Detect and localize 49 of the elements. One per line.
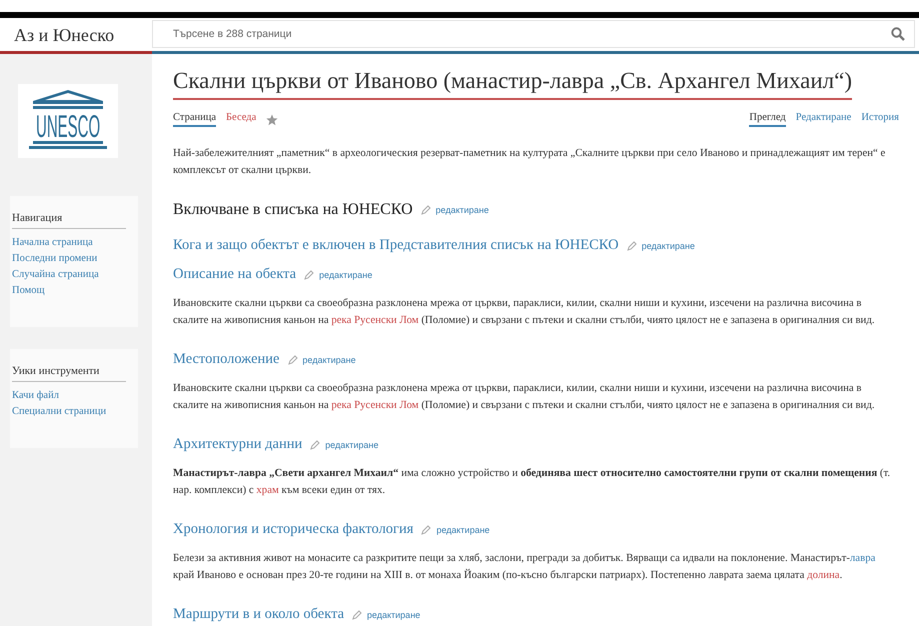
pencil-icon bbox=[310, 440, 320, 450]
sidebar-link[interactable]: Последни промени bbox=[12, 251, 126, 267]
pencil-icon bbox=[421, 524, 432, 534]
page-tab[interactable]: Беседа bbox=[226, 112, 256, 127]
edit-link[interactable]: редактиране bbox=[310, 440, 378, 450]
search-icon[interactable] bbox=[891, 27, 905, 41]
section-heading: Хронология и историческа фактология bbox=[173, 521, 414, 538]
section-heading: Включване в списъка на ЮНЕСКО bbox=[173, 201, 413, 219]
edit-link[interactable]: редактиране bbox=[304, 270, 372, 280]
view-tab[interactable]: Преглед bbox=[749, 112, 786, 127]
paragraph: Белези за активния живот на монасите са разкритите пещи за хляб, заслони, прегради за добитък. Вярващи са идвали на поклонение. Манастирът-лавра край Иваново е основан през 20-те години на XIII в. от монаха Йоаким (по-късно български патриарх). Постепенно лаврата заема цялата долина. bbox=[173, 551, 876, 583]
paragraph: Най-забележителният „паметник“ в археологическия резерват-паметник на културата „Скалните църкви при село Иваново и принадлежащият им терен“ е комплексът от скални църкви. bbox=[173, 146, 886, 178]
logo-drawing: UNESCO bbox=[25, 89, 111, 153]
sidebar-link[interactable]: Начална страница bbox=[12, 235, 126, 251]
pencil-icon bbox=[420, 205, 431, 215]
text-link[interactable]: река Русенски Лом bbox=[331, 399, 419, 411]
page-tab[interactable]: Страница bbox=[173, 112, 216, 127]
sidebar-heading: Уики инструменти bbox=[12, 365, 126, 382]
text-link[interactable]: лавра bbox=[850, 552, 876, 564]
edit-link[interactable]: редактиране bbox=[420, 205, 489, 215]
sidebar-link[interactable]: Специални страници bbox=[12, 404, 126, 420]
pencil-icon bbox=[288, 354, 298, 364]
paragraph: Ивановските скални църкви са своеобразна разклонена мрежа от църкви, параклиси, килии, скални ниши и кухини, изсечени на различна височина в скалите на живописния каньон на река Русенски Лом (Поломие) и свързани с пътеки и скални стълби, чиято цялост не е запазена в оригиналния си вид. bbox=[173, 381, 876, 413]
paragraph: Манастирът-лавра „Свети архангел Михаил“ има сложно устройство и обединява шест относително самостоятелни групи от скални помещения (т. нар. комплекси) с храм към всеки един от тях. bbox=[173, 466, 892, 498]
sidebar-link[interactable]: Помощ bbox=[12, 283, 126, 299]
section-heading: Местоположение bbox=[173, 351, 280, 368]
edit-link[interactable]: редактиране bbox=[352, 610, 420, 620]
section-heading: Кога и защо обектът е включен в Представителния списък на ЮНЕСКО bbox=[173, 237, 619, 254]
page-title: Скални църкви от Иваново (манастир-лавра „Св. Архангел Михаил“) bbox=[173, 68, 852, 100]
edit-link[interactable]: редактиране bbox=[288, 354, 356, 364]
text-link[interactable]: долина bbox=[807, 569, 840, 581]
sidebar-link[interactable]: Качи файл bbox=[12, 388, 126, 404]
pencil-icon bbox=[352, 610, 362, 620]
sidebar-heading: Навигация bbox=[12, 212, 126, 229]
section-heading: Архитектурни данни bbox=[173, 436, 302, 453]
edit-link[interactable]: редактиране bbox=[626, 240, 695, 250]
sidebar-link[interactable]: Случайна страница bbox=[12, 267, 126, 283]
pencil-icon bbox=[304, 270, 314, 280]
paragraph: Ивановските скални църкви са своеобразна разклонена мрежа от църкви, параклиси, килии, скални ниши и кухини, изсечени на различна височина в скалите на живописния каньон на река Русенски Лом (Поломие) и свързани с пътеки и скални стълби, чиято цялост не е запазена в оригиналния си вид. bbox=[173, 296, 876, 328]
edit-link[interactable]: редактиране bbox=[421, 524, 490, 534]
search-field[interactable]: Търсене в 288 страници bbox=[152, 20, 915, 48]
text-link[interactable]: храм bbox=[256, 484, 279, 496]
text-link[interactable]: река Русенски Лом bbox=[331, 314, 419, 326]
view-tab[interactable]: Редактиране bbox=[796, 112, 852, 127]
star-icon[interactable] bbox=[266, 114, 278, 126]
pencil-icon bbox=[626, 240, 637, 250]
section-heading: Маршрути в и около обекта bbox=[173, 606, 344, 623]
section-heading: Описание на обекта bbox=[173, 266, 296, 283]
view-tab[interactable]: История bbox=[861, 112, 899, 127]
